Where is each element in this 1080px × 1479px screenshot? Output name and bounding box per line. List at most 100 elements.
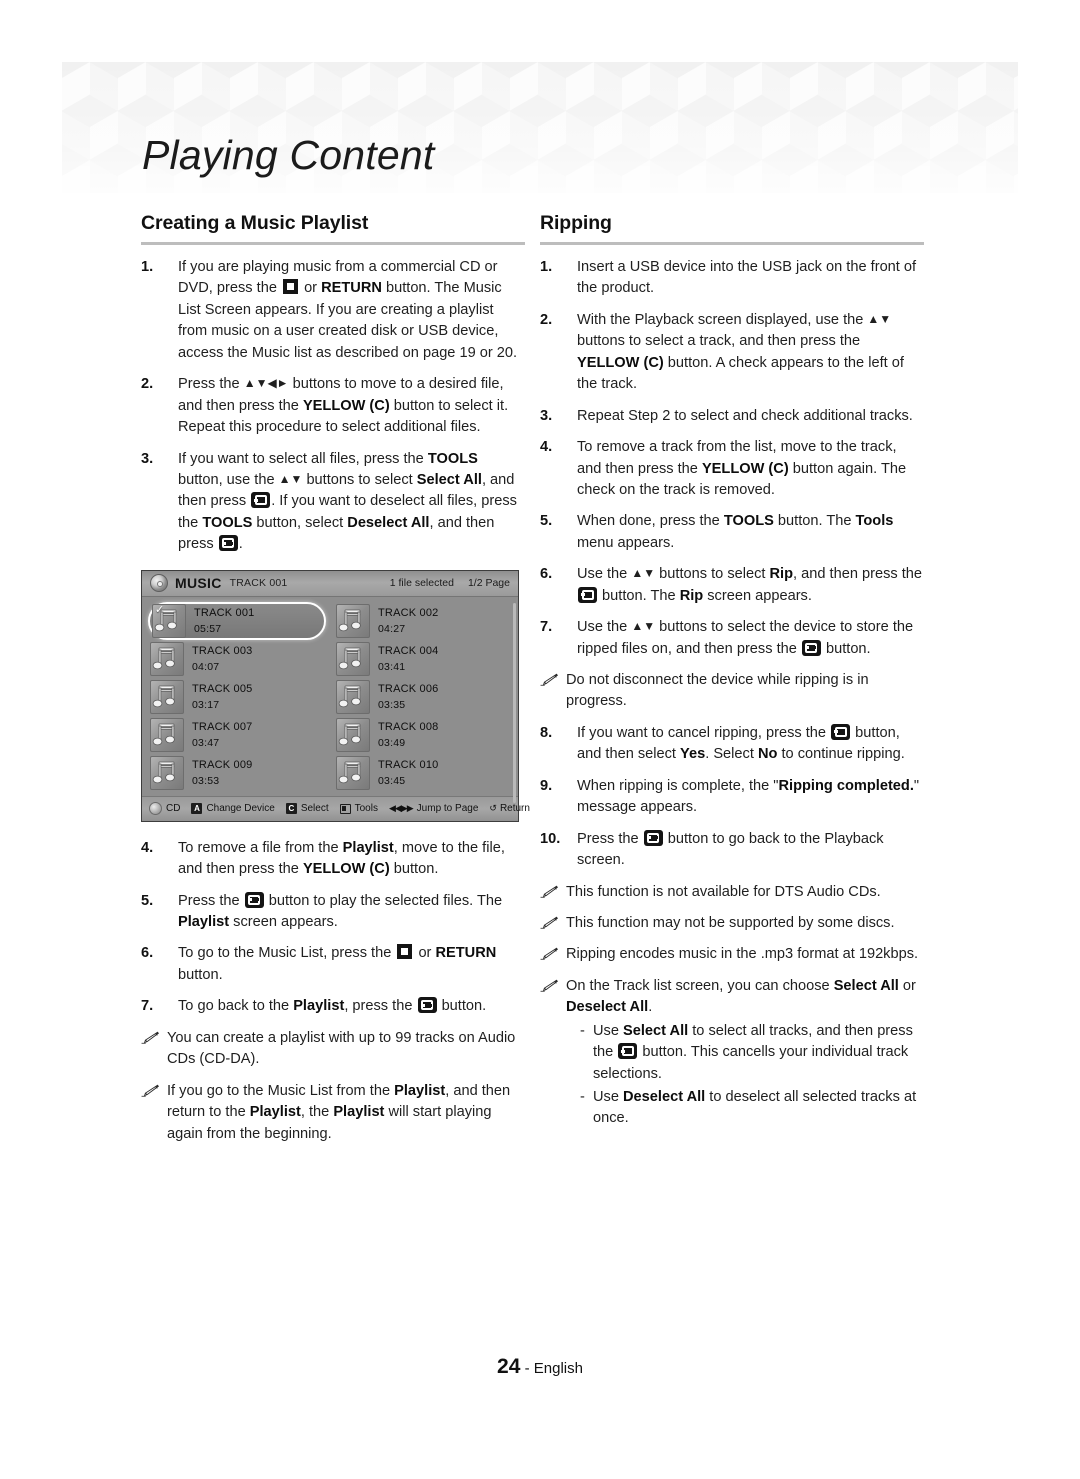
screen-scrollbar[interactable]: [513, 602, 516, 803]
pencil-note-icon: [540, 979, 558, 992]
step-number: 8.: [540, 724, 553, 741]
step-number: 2.: [540, 311, 553, 328]
legend-item[interactable]: ↺ Return: [489, 803, 530, 814]
note-item: This function is not available for DTS A…: [540, 882, 924, 903]
step-number: 10.: [540, 830, 561, 847]
note-item: You can create a playlist with up to 99 …: [141, 1028, 525, 1071]
note-text: On the Track list screen, you can choose…: [566, 976, 924, 1130]
instruction-step: 1. Insert a USB device into the USB jack …: [540, 257, 924, 300]
screen-title: MUSIC: [175, 575, 222, 592]
step-number: 7.: [540, 619, 553, 636]
page-footer: 24 - English: [0, 1355, 1080, 1379]
track-name: TRACK 009: [192, 758, 253, 771]
instruction-step: 4. To remove a file from the Playlist, mo…: [141, 838, 525, 881]
check-icon: ✓: [155, 603, 165, 616]
track-info: TRACK 004 03:41: [370, 641, 439, 677]
step-text: To remove a file from the Playlist, move…: [178, 839, 505, 878]
track-list-item[interactable]: TRACK 009 03:53: [148, 754, 326, 792]
track-duration: 04:07: [192, 660, 220, 673]
track-duration: 03:41: [378, 660, 406, 673]
section-title-ripping: Ripping: [540, 212, 612, 234]
pencil-note-icon: [540, 916, 558, 929]
instruction-step: 2. With the Playback screen displayed, us…: [540, 310, 924, 396]
pencil-note-icon-wrap: [540, 670, 566, 713]
note-item: If you go to the Music List from the Pla…: [141, 1081, 525, 1145]
track-name: TRACK 004: [378, 644, 439, 657]
left-column: Creating a Music Playlist 1. If you are p…: [141, 212, 530, 1155]
step-text: Insert a USB device into the USB jack on…: [577, 259, 917, 297]
track-duration: 04:27: [378, 622, 406, 635]
section-title-creating-playlist: Creating a Music Playlist: [141, 212, 369, 234]
enter-key-icon: [618, 1043, 638, 1060]
legend-item[interactable]: Tools: [339, 803, 378, 814]
footer-separator: -: [520, 1360, 534, 1377]
legend-label: CD: [166, 803, 181, 815]
left-notes-group: You can create a playlist with up to 99 …: [141, 1028, 525, 1145]
note-item: Do not disconnect the device while rippi…: [540, 670, 924, 713]
screen-status-group: 1 file selected 1/2 Page: [390, 577, 510, 589]
music-note-icon: [338, 723, 361, 745]
legend-item[interactable]: CD: [149, 802, 181, 816]
page-title: Playing Content: [142, 132, 435, 178]
legend-label: Change Device: [206, 803, 275, 815]
pencil-note-icon: [540, 948, 558, 961]
right-steps-group-2: 8. If you want to cancel ripping, press t…: [540, 723, 924, 872]
step-number: 5.: [141, 892, 154, 909]
track-list-item[interactable]: TRACK 008 03:49: [334, 716, 512, 754]
red-a-key-icon: A: [191, 803, 203, 815]
disc-icon: [150, 574, 168, 593]
legend-label: Jump to Page: [416, 803, 479, 815]
pencil-note-icon-wrap: [540, 976, 566, 1130]
pencil-note-icon: [540, 673, 558, 686]
legend-item[interactable]: ◀◀▶▶ Jump to Page: [389, 803, 478, 814]
section-divider: [540, 242, 924, 245]
tools-key-icon: [339, 803, 351, 814]
step-number: 6.: [540, 566, 553, 583]
track-name: TRACK 005: [192, 682, 253, 695]
sub-text: Use Deselect All to deselect all selecte…: [593, 1089, 917, 1127]
track-thumbnail: [150, 641, 184, 676]
track-name: TRACK 003: [192, 644, 253, 657]
step-text: With the Playback screen displayed, use …: [577, 311, 904, 393]
note-text: If you go to the Music List from the Pla…: [167, 1082, 511, 1142]
track-list-item[interactable]: TRACK 004 03:41: [334, 640, 512, 678]
track-list-item[interactable]: TRACK 007 03:47: [148, 716, 326, 754]
right-column: Ripping 1. Insert a USB device into the U…: [540, 212, 924, 1140]
sub-dash: -: [580, 1022, 585, 1039]
track-list-item[interactable]: TRACK 005 03:17: [148, 678, 326, 716]
track-list-item[interactable]: TRACK 003 04:07: [148, 640, 326, 678]
step-number: 3.: [540, 407, 553, 424]
step-number: 6.: [141, 945, 154, 962]
track-list-item[interactable]: TRACK 006 03:35: [334, 678, 512, 716]
step-text: To go to the Music List, press the or RE…: [178, 944, 497, 983]
step-number: 7.: [141, 998, 154, 1015]
note-item: Ripping encodes music in the .mp3 format…: [540, 944, 924, 965]
track-thumbnail: [336, 755, 370, 790]
screen-title-bar: MUSIC TRACK 001 1 file selected 1/2 Page: [142, 570, 518, 597]
step-text: When ripping is complete, the "Ripping c…: [577, 777, 920, 816]
instruction-step: 9. When ripping is complete, the "Ripping…: [540, 776, 924, 819]
step-number: 4.: [141, 839, 154, 856]
step-number: 9.: [540, 777, 553, 794]
track-thumbnail: [336, 603, 370, 638]
sub-dash: -: [580, 1089, 585, 1105]
track-duration: 03:47: [192, 736, 220, 749]
legend-item[interactable]: A Change Device: [191, 803, 275, 815]
note-text: This function is not available for DTS A…: [566, 883, 881, 900]
legend-item[interactable]: C Select: [285, 803, 329, 815]
track-grid: ✓ TRACK 001 05:57 TRACK 002 04:27 TRACK 003 04…: [148, 601, 512, 792]
note-text: Do not disconnect the device while rippi…: [566, 672, 869, 710]
legend-label: Select: [300, 803, 329, 815]
track-list-item[interactable]: ✓ TRACK 001 05:57: [148, 601, 326, 640]
enter-key-icon: [578, 586, 597, 603]
pencil-note-icon-wrap: [540, 944, 566, 965]
music-note-icon: [152, 761, 175, 783]
instruction-step: 10. Press the button to go back to the Pl…: [540, 829, 924, 872]
track-name: TRACK 001: [194, 606, 255, 619]
track-list-item[interactable]: TRACK 002 04:27: [334, 602, 512, 640]
screen-content-area: ✓ TRACK 001 05:57 TRACK 002 04:27 TRACK 003 04…: [142, 596, 518, 803]
track-list-item[interactable]: TRACK 010 03:45: [334, 754, 512, 792]
track-duration: 03:53: [192, 774, 220, 787]
track-thumbnail: [150, 755, 184, 790]
disc-icon: [149, 802, 162, 816]
